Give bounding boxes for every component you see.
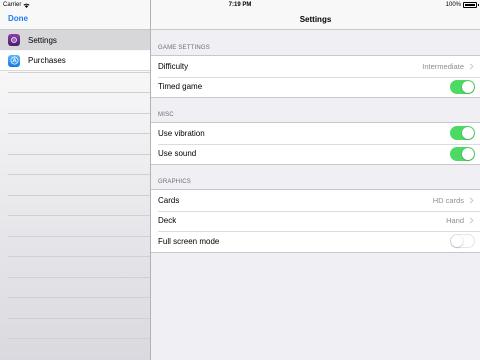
master-pane: Done Settings Purchases: [0, 0, 150, 360]
battery-percent: 100%: [445, 2, 461, 8]
settings-group-misc: Use vibration Use sound: [151, 122, 480, 165]
row-label: Use vibration: [158, 128, 205, 138]
row-label: Deck: [158, 216, 177, 226]
settings-group-graphics: Cards HD cards Deck Hand Full screen mod…: [151, 189, 480, 253]
full-screen-mode-row: Full screen mode: [151, 231, 480, 252]
row-label: Cards: [158, 195, 180, 205]
settings-icon: [8, 34, 20, 46]
sidebar-item-settings[interactable]: Settings: [0, 30, 150, 50]
sidebar-item-label: Settings: [28, 35, 57, 45]
row-value: HD cards: [432, 195, 464, 205]
row-label: Use sound: [158, 149, 197, 159]
use-sound-toggle[interactable]: [450, 146, 475, 161]
row-value: Intermediate: [422, 61, 464, 71]
settings-group-game: Difficulty Intermediate Timed game: [151, 55, 480, 98]
section-header-game-settings: GAME SETTINGS: [158, 45, 210, 51]
battery-icon: [463, 2, 479, 8]
use-sound-row: Use sound: [151, 143, 480, 165]
chevron-right-icon: [469, 217, 474, 224]
timed-game-row: Timed game: [151, 76, 480, 98]
use-vibration-toggle[interactable]: [450, 126, 475, 141]
status-time: 7:19 PM: [228, 2, 252, 8]
row-value: Hand: [446, 216, 464, 226]
empty-list-area: [0, 72, 150, 360]
app-store-icon: [8, 54, 20, 67]
chevron-right-icon: [469, 63, 474, 70]
timed-game-toggle[interactable]: [450, 79, 475, 94]
difficulty-row[interactable]: Difficulty Intermediate: [151, 56, 480, 77]
detail-pane: Settings GAME SETTINGS Difficulty Interm…: [151, 0, 480, 360]
row-label: Timed game: [158, 82, 203, 92]
row-label: Difficulty: [158, 61, 189, 71]
use-vibration-row: Use vibration: [151, 123, 480, 144]
sidebar-item-purchases[interactable]: Purchases: [0, 51, 150, 71]
deck-row[interactable]: Deck Hand: [151, 210, 480, 232]
sidebar-item-label: Purchases: [28, 56, 66, 65]
page-title: Settings: [299, 15, 332, 24]
chevron-right-icon: [469, 197, 474, 204]
status-bar: Carrier 7:19 PM 100%: [0, 0, 480, 11]
cards-row[interactable]: Cards HD cards: [151, 190, 480, 211]
done-button[interactable]: Done: [8, 14, 28, 23]
row-label: Full screen mode: [158, 236, 220, 246]
section-header-graphics: GRAPHICS: [158, 179, 191, 185]
full-screen-mode-toggle[interactable]: [450, 234, 475, 249]
battery-indicator: 100%: [445, 2, 479, 8]
section-header-misc: MISC: [158, 112, 174, 118]
